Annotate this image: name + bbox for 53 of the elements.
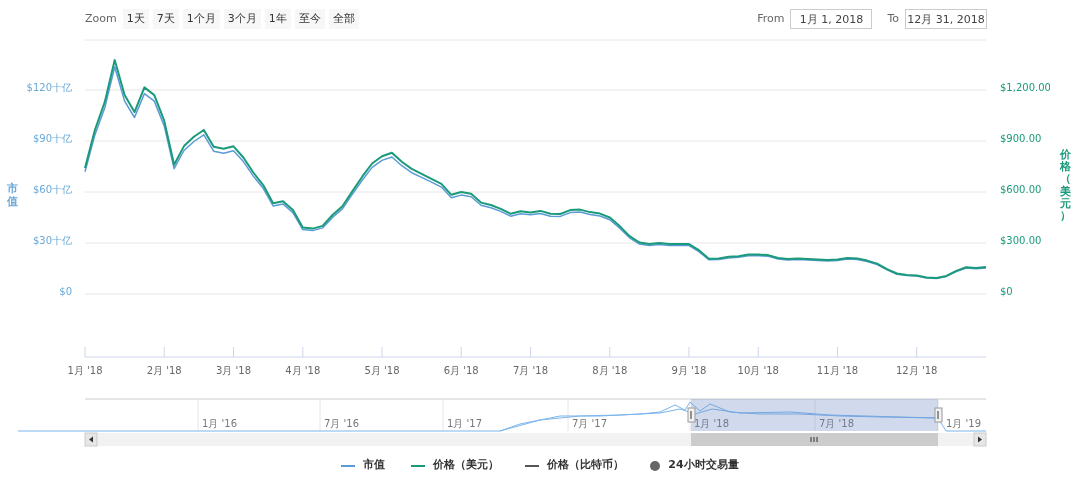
axis-tick-label: $300.00 (1000, 235, 1042, 247)
range-selection[interactable] (691, 399, 938, 431)
axis-tick-label: $0 (1000, 286, 1013, 298)
to-label: To (887, 10, 899, 27)
legend-item[interactable]: 价格（比特币） (547, 457, 625, 474)
zoom-label: Zoom (85, 10, 117, 27)
zoom-range-button[interactable]: 1个月 (182, 9, 220, 29)
range-handle[interactable] (687, 407, 696, 423)
legend-item[interactable]: 市值 (363, 457, 386, 474)
zoom-range-button[interactable]: 1天 (122, 9, 149, 29)
axis-tick-label: $90十亿 (32, 133, 72, 144)
navigator-axis-label: 1月 '17 (447, 418, 482, 429)
from-label: From (757, 10, 785, 27)
axis-title: 市值 (7, 183, 18, 208)
axis-tick-label: 2月 '18 (146, 365, 182, 376)
axis-tick-label: 10月 '18 (737, 365, 779, 376)
legend-item[interactable]: 价格（美元） (433, 457, 500, 474)
axis-tick-label: $1,200.00 (1000, 82, 1050, 93)
axis-tick-label: $30十亿 (32, 235, 72, 247)
navigator-axis-label: 7月 '18 (819, 418, 854, 429)
scroll-left-button[interactable] (84, 432, 98, 447)
axis-tick-label: 8月 '18 (592, 365, 628, 376)
navigator-axis-label: 7月 '16 (324, 418, 359, 429)
navigator-axis-label: 7月 '17 (572, 418, 607, 429)
axis-tick-label: $0 (59, 286, 72, 298)
axis-tick-label: 3月 '18 (216, 365, 251, 376)
from-date-field[interactable]: 1月 1, 2018 (790, 9, 873, 29)
axis-tick-label: $120十亿 (26, 82, 72, 93)
navigator-axis-label: 1月 '18 (694, 418, 729, 429)
axis-tick-label: 9月 '18 (671, 365, 707, 376)
navigator-axis-label: 1月 '19 (946, 418, 981, 429)
axis-tick-label: 6月 '18 (443, 365, 479, 376)
axis-title: 价格（美元） (1059, 149, 1071, 222)
axis-tick-label: 7月 '18 (513, 365, 549, 376)
axis-tick-label: $600.00 (1000, 184, 1042, 196)
axis-tick-label: 1月 '18 (67, 365, 103, 376)
navigator-axis-label: 1月 '16 (202, 418, 237, 429)
scrollbar-thumb[interactable] (691, 433, 938, 446)
scroll-right-button[interactable] (973, 432, 987, 447)
to-date-field[interactable]: 12月 31, 2018 (905, 9, 987, 29)
axis-tick-label: $900.00 (1000, 133, 1042, 144)
zoom-range-button[interactable]: 全部 (328, 9, 359, 29)
zoom-range-button[interactable]: 7天 (152, 9, 179, 29)
axis-tick-label: 4月 '18 (285, 365, 321, 376)
zoom-range-button[interactable]: 1年 (264, 9, 291, 29)
range-handle[interactable] (934, 407, 943, 423)
zoom-range-button[interactable]: 3个月 (223, 9, 261, 29)
axis-tick-label: 12月 '18 (896, 365, 938, 376)
axis-tick-label: $60十亿 (32, 184, 72, 196)
zoom-range-button[interactable]: 至今 (294, 9, 325, 29)
axis-tick-label: 5月 '18 (364, 365, 400, 376)
legend-item[interactable]: 24小时交易量 (668, 457, 739, 474)
axis-tick-label: 11月 '18 (816, 365, 859, 376)
